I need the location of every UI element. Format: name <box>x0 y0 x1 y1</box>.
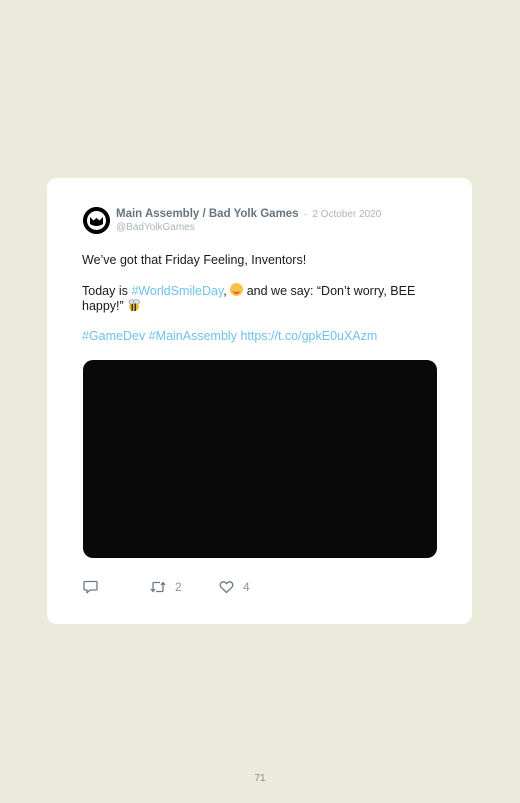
separator: · <box>303 209 308 220</box>
author-name[interactable]: Main Assembly / Bad Yolk Games <box>116 208 299 220</box>
hashtag-mainassembly[interactable]: #MainAssembly <box>149 329 237 343</box>
text-today: Today is <box>82 284 132 298</box>
author-handle[interactable]: @BadYolkGames <box>116 221 381 234</box>
tweet-date[interactable]: 2 October 2020 <box>312 209 381 220</box>
heart-icon <box>219 581 234 594</box>
tweet-line-2: Today is #WorldSmileDay, and we say: “Do… <box>82 283 432 313</box>
tweet-body: We’ve got that Friday Feeling, Inventors… <box>82 253 432 359</box>
retweet-icon <box>150 581 166 593</box>
page-number: 71 <box>254 773 266 784</box>
tweet-line-1: We’ve got that Friday Feeling, Inventors… <box>82 253 307 267</box>
hashtag-gamedev[interactable]: #GameDev <box>82 329 145 343</box>
reply-icon <box>83 580 98 594</box>
text-comma: , <box>223 284 231 298</box>
retweet-count: 2 <box>175 580 182 594</box>
smiling-face-emoji-icon <box>230 283 244 296</box>
honeybee-emoji-icon <box>128 299 140 311</box>
tweet-line-3: #GameDev #MainAssembly https://t.co/gpkE… <box>82 329 432 343</box>
hashtag-worldsmileday[interactable]: #WorldSmileDay <box>131 284 223 298</box>
like-count: 4 <box>243 580 250 594</box>
tweet-link[interactable]: https://t.co/gpkE0uXAzm <box>240 329 377 343</box>
tweet-header: Main Assembly / Bad Yolk Games · 2 Octob… <box>116 208 381 234</box>
like-button[interactable]: 4 <box>219 580 250 594</box>
bad-yolk-logo-icon <box>83 207 110 234</box>
avatar[interactable] <box>83 207 110 234</box>
reply-button[interactable] <box>83 580 98 594</box>
retweet-button[interactable]: 2 <box>150 580 182 594</box>
tweet-media[interactable] <box>83 360 437 558</box>
tweet-card: Main Assembly / Bad Yolk Games · 2 Octob… <box>47 178 472 624</box>
